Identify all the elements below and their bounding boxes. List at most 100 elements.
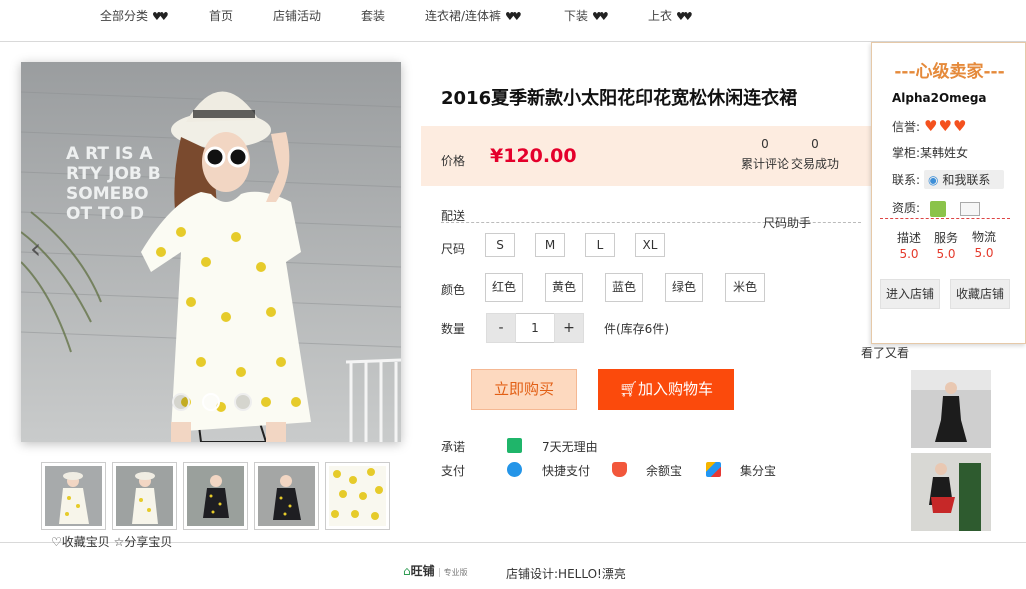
carousel-dot[interactable]: [172, 393, 190, 411]
product-title: 2016夏季新款小太阳花印花宽松休闲连衣裙: [441, 88, 798, 109]
quantity-decrease-button[interactable]: -: [486, 313, 516, 343]
quantity-label: 数量: [441, 322, 466, 336]
heart-outline-icon: ♡: [51, 535, 62, 549]
color-label: 颜色: [441, 283, 466, 297]
heart-icon: ♥♥: [505, 10, 522, 23]
wall-text-line: SOMEBO: [66, 184, 149, 204]
nav-item-sets[interactable]: 套装: [361, 7, 385, 24]
thumbnail-image: [45, 466, 102, 526]
color-option[interactable]: 绿色: [665, 273, 703, 302]
size-label: 尺码: [441, 242, 466, 256]
recommended-item-image: [911, 370, 991, 448]
prev-image-arrow-icon[interactable]: ‹: [30, 232, 41, 265]
score-value: 5.0: [936, 247, 956, 261]
promise-label: 承诺: [441, 440, 466, 454]
contact-button-label: 和我联系: [942, 173, 991, 187]
nav-label: 店铺活动: [273, 9, 322, 23]
quantity-input[interactable]: 1: [516, 313, 554, 343]
owner-name: 某韩姓女: [920, 146, 969, 160]
wangpu-logo: ⌂旺铺 专业版: [403, 562, 468, 579]
cart-icon: 🛒︎: [618, 380, 639, 398]
credit-label: 信誉:: [892, 120, 921, 134]
enter-shop-button[interactable]: 进入店铺: [880, 279, 940, 309]
nav-label: 全部分类: [100, 9, 149, 23]
color-option[interactable]: 黄色: [545, 273, 583, 302]
recommended-item[interactable]: [911, 453, 991, 531]
nav-item-all-categories[interactable]: 全部分类 ♥♥: [100, 7, 169, 24]
quantity-stepper: - 1 +: [486, 313, 584, 343]
heart-icon: ♥♥: [676, 10, 693, 23]
size-option[interactable]: L: [585, 233, 615, 257]
size-option[interactable]: M: [535, 233, 565, 257]
yuebao-icon: [612, 462, 627, 477]
seen-also-title: 看了又看: [861, 346, 910, 360]
payment-option: 余额宝: [646, 464, 683, 478]
carousel-dot-active[interactable]: [202, 393, 220, 411]
thumbnail-image: [258, 466, 315, 526]
seller-level: ---心级卖家---: [894, 62, 1005, 82]
favorite-label: 收藏宝贝: [61, 535, 110, 549]
top-nav: 全部分类 ♥♥ 首页 店铺活动 套装 连衣裙/连体裤 ♥♥ 下装 ♥♥ 上衣 ♥♥: [0, 0, 1026, 32]
favorite-shop-button[interactable]: 收藏店铺: [950, 279, 1010, 309]
score-label: 物流: [971, 230, 996, 244]
quantity-increase-button[interactable]: +: [554, 313, 584, 343]
thumbnail-image: [116, 466, 173, 526]
seller-divider: [880, 218, 1010, 219]
nav-label: 套装: [361, 9, 386, 23]
recommended-item[interactable]: [911, 370, 991, 448]
contact-row: 联系: ◉ 和我联系: [892, 170, 1005, 189]
payment-label: 支付: [441, 464, 466, 478]
credit-hearts-icon: ♥♥♥: [924, 117, 968, 135]
jifenbao-icon: [706, 462, 721, 477]
nav-item-dresses[interactable]: 连衣裙/连体裤 ♥♥: [425, 7, 522, 24]
contact-label: 联系:: [892, 173, 921, 187]
size-option[interactable]: S: [485, 233, 515, 257]
chat-icon: ◉: [928, 173, 939, 187]
buy-now-button[interactable]: 立即购买: [471, 369, 577, 410]
score-label: 服务: [933, 231, 958, 245]
price-value: ¥120.00: [490, 145, 577, 167]
seller-panel: ---心级卖家--- Alpha2Omega 信誉: ♥♥♥ 掌柜:某韩姓女 联系…: [871, 42, 1026, 344]
add-to-cart-button[interactable]: 🛒︎加入购物车: [598, 369, 734, 410]
thumbnail[interactable]: [325, 462, 390, 530]
service-score: 服务 5.0: [929, 229, 963, 261]
quick-pay-icon: [507, 462, 522, 477]
main-product-image[interactable]: A RT IS A RTY JOB B SOMEBO OT TO D: [21, 62, 401, 442]
stock-text: 件(库存6件): [604, 322, 669, 336]
logistics-score: 物流 5.0: [969, 229, 999, 261]
shop-name[interactable]: Alpha2Omega: [892, 91, 987, 105]
size-helper-link[interactable]: 尺码助手: [763, 214, 811, 231]
business-license-icon[interactable]: [959, 201, 980, 216]
share-item-link[interactable]: ☆分享宝贝: [114, 535, 173, 549]
verified-seller-icon[interactable]: [929, 200, 946, 217]
sold-stat: 0 交易成功: [785, 137, 845, 172]
color-option[interactable]: 蓝色: [605, 273, 643, 302]
thumbnail[interactable]: [41, 462, 106, 530]
nav-item-tops[interactable]: 上衣 ♥♥: [648, 7, 693, 24]
nav-label: 首页: [209, 9, 234, 23]
model-photo: A RT IS A RTY JOB B SOMEBO OT TO D: [21, 62, 401, 442]
qualification-row: 资质:: [892, 199, 980, 217]
size-option[interactable]: XL: [635, 233, 665, 257]
favorite-share-row: ♡收藏宝贝 ☆分享宝贝: [51, 533, 172, 550]
score-value: 5.0: [899, 247, 919, 261]
color-option[interactable]: 米色: [725, 273, 765, 302]
favorite-item-link[interactable]: ♡收藏宝贝: [51, 535, 110, 549]
carousel-dot[interactable]: [234, 393, 252, 411]
thumbnail-image: [329, 466, 386, 526]
color-option[interactable]: 红色: [485, 273, 523, 302]
heart-icon: ♥♥: [592, 10, 609, 23]
wall-text-line: OT TO D: [66, 204, 144, 224]
nav-item-shop-events[interactable]: 店铺活动: [273, 7, 321, 24]
credit-row: 信誉: ♥♥♥: [892, 117, 967, 135]
payment-option: 集分宝: [740, 464, 777, 478]
description-score: 描述 5.0: [892, 229, 926, 261]
thumbnail[interactable]: [183, 462, 248, 530]
thumbnail-image: [187, 466, 244, 526]
nav-item-home[interactable]: 首页: [209, 7, 233, 24]
nav-item-bottoms[interactable]: 下装 ♥♥: [564, 7, 609, 24]
thumbnail[interactable]: [112, 462, 177, 530]
thumbnail[interactable]: [254, 462, 319, 530]
contact-seller-button[interactable]: ◉ 和我联系: [924, 170, 1005, 189]
owner-row: 掌柜:某韩姓女: [892, 144, 968, 161]
